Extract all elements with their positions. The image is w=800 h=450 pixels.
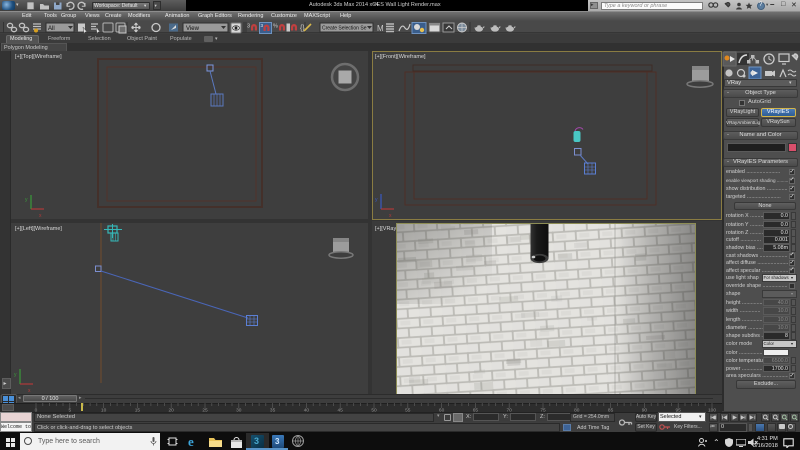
- svg-text:All: All: [48, 26, 55, 32]
- svg-text:x: x: [389, 213, 392, 219]
- svg-text:y: y: [375, 197, 378, 203]
- svg-text:y: y: [14, 372, 17, 378]
- svg-text:Create Selection Se: Create Selection Se: [322, 25, 367, 31]
- svg-text:y: y: [25, 197, 28, 203]
- svg-text:%: %: [273, 23, 278, 29]
- svg-text:3: 3: [247, 23, 250, 29]
- svg-text:M: M: [377, 24, 384, 33]
- svg-text:View: View: [186, 26, 200, 32]
- svg-text:x: x: [39, 213, 42, 219]
